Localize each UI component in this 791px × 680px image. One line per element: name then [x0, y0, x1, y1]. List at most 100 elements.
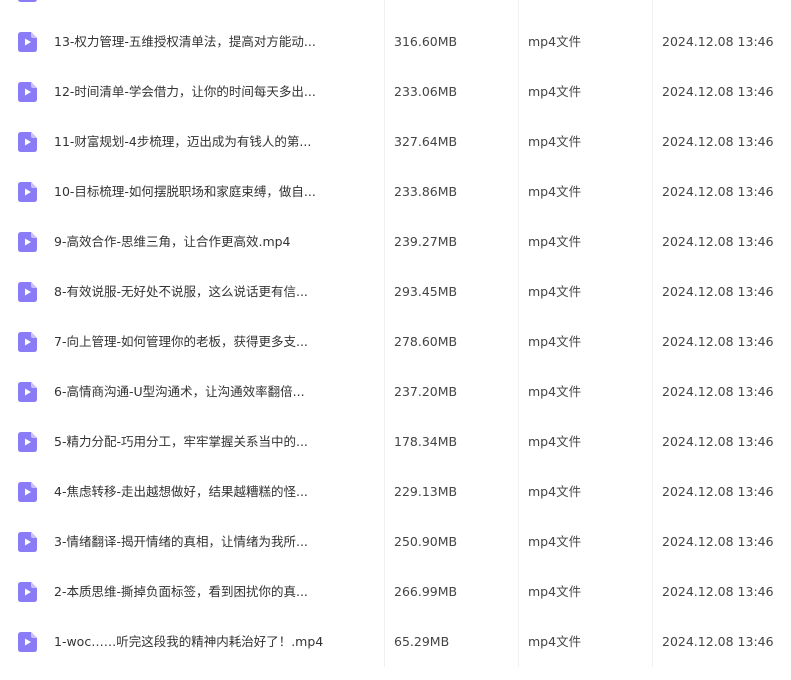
video-file-icon: [18, 632, 37, 652]
video-file-icon: [18, 482, 37, 502]
video-file-icon: [18, 582, 37, 602]
file-modified-date: 2024.12.08 13:46: [662, 34, 774, 49]
column-separator: [518, 517, 519, 567]
column-separator: [384, 67, 385, 117]
file-row[interactable]: 13-权力管理-五维授权清单法，提高对方能动... 316.60MB mp4文件…: [0, 17, 791, 67]
column-separator: [652, 0, 653, 17]
column-separator: [518, 67, 519, 117]
column-separator: [384, 317, 385, 367]
column-separator: [518, 417, 519, 467]
video-file-icon: [18, 232, 37, 252]
file-name[interactable]: 6-高情商沟通-U型沟通术，让沟通效率翻倍...: [54, 367, 374, 417]
column-separator: [652, 517, 653, 567]
file-row[interactable]: 7-向上管理-如何管理你的老板，获得更多支... 278.60MB mp4文件 …: [0, 317, 791, 367]
column-separator: [518, 0, 519, 17]
column-separator: [652, 317, 653, 367]
column-separator: [518, 467, 519, 517]
file-row[interactable]: 4-焦虑转移-走出越想做好，结果越糟糕的怪... 229.13MB mp4文件 …: [0, 467, 791, 517]
column-separator: [652, 217, 653, 267]
file-row[interactable]: 5-精力分配-巧用分工，牢牢掌握关系当中的... 178.34MB mp4文件 …: [0, 417, 791, 467]
file-size: 327.64MB: [394, 134, 458, 149]
column-separator: [652, 267, 653, 317]
video-file-icon: [18, 332, 37, 352]
column-separator: [384, 517, 385, 567]
file-size: 266.99MB: [394, 584, 458, 599]
video-file-icon: [18, 0, 37, 2]
file-type: mp4文件: [528, 384, 582, 399]
column-separator: [518, 567, 519, 617]
file-size: 237.20MB: [394, 384, 458, 399]
video-file-icon: [18, 432, 37, 452]
file-type: mp4文件: [528, 484, 582, 499]
file-name[interactable]: 8-有效说服-无好处不说服，这么说话更有信...: [54, 267, 374, 317]
file-modified-date: 2024.12.08 13:46: [662, 584, 774, 599]
file-row[interactable]: 6-高情商沟通-U型沟通术，让沟通效率翻倍... 237.20MB mp4文件 …: [0, 367, 791, 417]
file-size: 65.29MB: [394, 634, 450, 649]
column-separator: [652, 17, 653, 67]
file-size: 278.60MB: [394, 334, 458, 349]
file-modified-date: 2024.12.08 13:46: [662, 284, 774, 299]
column-separator: [652, 567, 653, 617]
column-separator: [384, 0, 385, 17]
file-row[interactable]: 2-本质思维-撕掉负面标签，看到困扰你的真... 266.99MB mp4文件 …: [0, 567, 791, 617]
column-separator: [518, 317, 519, 367]
file-name[interactable]: 11-财富规划-4步梳理，迈出成为有钱人的第...: [54, 117, 374, 167]
column-separator: [518, 117, 519, 167]
file-name[interactable]: 10-目标梳理-如何摆脱职场和家庭束缚，做自...: [54, 167, 374, 217]
file-row[interactable]: 9-高效合作-思维三角，让合作更高效.mp4 239.27MB mp4文件 20…: [0, 217, 791, 267]
file-name[interactable]: 7-向上管理-如何管理你的老板，获得更多支...: [54, 317, 374, 367]
file-row[interactable]: 12-时间清单-学会借力，让你的时间每天多出... 233.06MB mp4文件…: [0, 67, 791, 117]
column-separator: [652, 117, 653, 167]
file-type: mp4文件: [528, 284, 582, 299]
video-file-icon: [18, 382, 37, 402]
video-file-icon: [18, 132, 37, 152]
file-modified-date: 2024.12.08 13:46: [662, 634, 774, 649]
file-list: 14-如何通过正确发脾气达到自己目的.mp4 40.50MB mp4文件 202…: [0, 0, 791, 680]
file-modified-date: 2024.12.08 13:46: [662, 334, 774, 349]
file-name[interactable]: 5-精力分配-巧用分工，牢牢掌握关系当中的...: [54, 417, 374, 467]
file-name[interactable]: 4-焦虑转移-走出越想做好，结果越糟糕的怪...: [54, 467, 374, 517]
file-row[interactable]: 1-woc……听完这段我的精神内耗治好了！.mp4 65.29MB mp4文件 …: [0, 617, 791, 667]
video-file-icon: [18, 182, 37, 202]
file-type: mp4文件: [528, 0, 638, 17]
file-row[interactable]: 3-情绪翻译-揭开情绪的真相，让情绪为我所... 250.90MB mp4文件 …: [0, 517, 791, 567]
file-name[interactable]: 1-woc……听完这段我的精神内耗治好了！.mp4: [54, 617, 374, 667]
video-file-icon: [18, 82, 37, 102]
file-type: mp4文件: [528, 584, 582, 599]
column-separator: [652, 617, 653, 667]
file-modified-date: 2024.12.08 13:46: [662, 234, 774, 249]
file-name[interactable]: 3-情绪翻译-揭开情绪的真相，让情绪为我所...: [54, 517, 374, 567]
file-modified-date: 2024.12.08 13:46: [662, 534, 774, 549]
file-name[interactable]: 14-如何通过正确发脾气达到自己目的.mp4: [54, 0, 374, 17]
file-type: mp4文件: [528, 634, 582, 649]
file-size: 293.45MB: [394, 284, 458, 299]
file-name[interactable]: 12-时间清单-学会借力，让你的时间每天多出...: [54, 67, 374, 117]
file-name[interactable]: 9-高效合作-思维三角，让合作更高效.mp4: [54, 217, 374, 267]
file-type: mp4文件: [528, 434, 582, 449]
file-row[interactable]: 10-目标梳理-如何摆脱职场和家庭束缚，做自... 233.86MB mp4文件…: [0, 167, 791, 217]
video-file-icon: [18, 532, 37, 552]
column-separator: [518, 17, 519, 67]
file-row[interactable]: 14-如何通过正确发脾气达到自己目的.mp4 40.50MB mp4文件 202…: [0, 0, 791, 17]
column-separator: [518, 167, 519, 217]
file-type: mp4文件: [528, 184, 582, 199]
column-separator: [384, 117, 385, 167]
column-separator: [384, 367, 385, 417]
file-type: mp4文件: [528, 134, 582, 149]
file-type: mp4文件: [528, 334, 582, 349]
column-separator: [652, 367, 653, 417]
file-modified-date: 2024.12.08 13:46: [662, 0, 787, 17]
file-size: 239.27MB: [394, 234, 458, 249]
file-row[interactable]: 8-有效说服-无好处不说服，这么说话更有信... 293.45MB mp4文件 …: [0, 267, 791, 317]
file-name[interactable]: 2-本质思维-撕掉负面标签，看到困扰你的真...: [54, 567, 374, 617]
video-file-icon: [18, 32, 37, 52]
column-separator: [384, 217, 385, 267]
column-separator: [518, 267, 519, 317]
column-separator: [652, 67, 653, 117]
file-name[interactable]: 13-权力管理-五维授权清单法，提高对方能动...: [54, 17, 374, 67]
column-separator: [384, 417, 385, 467]
column-separator: [518, 367, 519, 417]
file-row[interactable]: 11-财富规划-4步梳理，迈出成为有钱人的第... 327.64MB mp4文件…: [0, 117, 791, 167]
file-size: 233.86MB: [394, 184, 458, 199]
column-separator: [518, 217, 519, 267]
